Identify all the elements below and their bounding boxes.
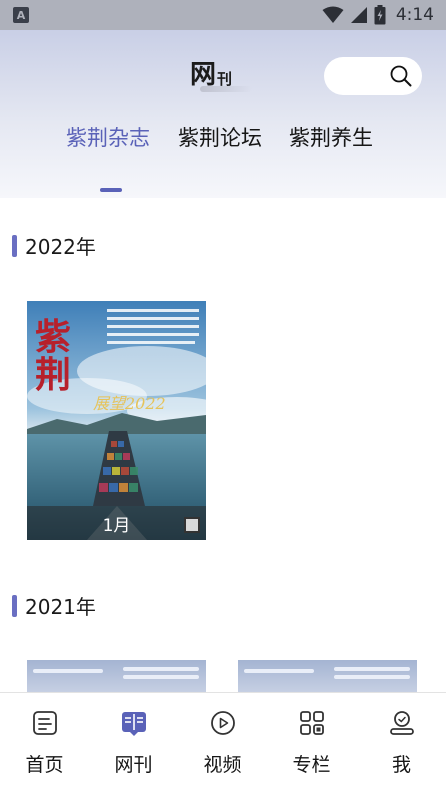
search-button[interactable]	[324, 57, 422, 95]
nav-label: 网刊	[114, 754, 153, 776]
battery-icon	[374, 5, 386, 25]
cover-text-line	[334, 675, 410, 679]
category-tabs: 紫荆杂志 紫荆论坛 紫荆养生	[0, 122, 446, 172]
app-logo: 网 刊	[190, 56, 232, 90]
nav-label: 视频	[203, 754, 242, 776]
section-accent-bar	[12, 234, 17, 257]
clock: 4:14	[395, 5, 434, 25]
nav-label: 首页	[25, 754, 64, 776]
wifi-icon	[322, 6, 344, 23]
play-icon	[210, 711, 235, 735]
section-year: 2022年	[25, 235, 96, 259]
magazine-cover-2022-01[interactable]: 紫 荆 展望2022 1月	[27, 301, 206, 540]
cover-text-line	[123, 675, 199, 679]
magazine-cover-2021-b[interactable]	[238, 660, 417, 694]
cover-text-line	[244, 669, 314, 673]
section-accent-bar	[12, 594, 17, 617]
status-icons: 4:14	[322, 4, 434, 26]
issue-month-label: 1月	[27, 506, 206, 540]
document-icon	[32, 711, 57, 735]
grid-icon	[299, 711, 324, 735]
cover-masthead-1: 紫	[35, 316, 71, 358]
cover-headline: 展望2022	[93, 394, 166, 413]
search-icon	[390, 65, 412, 87]
nav-columns[interactable]: 专栏	[267, 693, 356, 792]
section-header-2021: 2021年	[12, 591, 96, 620]
bottom-navigation: 首页 网刊 视频 专栏 我	[0, 692, 446, 792]
nav-label: 专栏	[292, 754, 331, 776]
qr-code-icon	[184, 517, 200, 533]
tab-zijing-forum[interactable]: 紫荆论坛	[178, 122, 262, 152]
active-tab-indicator	[100, 188, 122, 192]
magazine-icon	[121, 712, 146, 736]
section-year: 2021年	[25, 595, 96, 619]
cover-text-line	[334, 667, 410, 671]
nav-me[interactable]: 我	[357, 693, 446, 792]
nav-video[interactable]: 视频	[178, 693, 267, 792]
cover-masthead-2: 荆	[35, 354, 71, 396]
cover-text-line	[33, 669, 103, 673]
profile-icon	[389, 711, 414, 735]
cover-image: 紫 荆 展望2022	[27, 301, 206, 540]
magazine-cover-2021-a[interactable]	[27, 660, 206, 694]
logo-underline-decoration	[200, 86, 252, 92]
nav-magazine[interactable]: 网刊	[89, 693, 178, 792]
cover-text-line	[123, 667, 199, 671]
tab-zijing-magazine[interactable]: 紫荆杂志	[66, 122, 150, 152]
tab-zijing-health[interactable]: 紫荆养生	[289, 122, 373, 152]
app-notification-icon: A	[13, 7, 29, 23]
nav-home[interactable]: 首页	[0, 693, 89, 792]
section-header-2022: 2022年	[12, 231, 96, 260]
cellular-signal-icon	[350, 7, 367, 23]
nav-label: 我	[391, 754, 411, 776]
status-bar: A 4:14	[0, 0, 446, 30]
